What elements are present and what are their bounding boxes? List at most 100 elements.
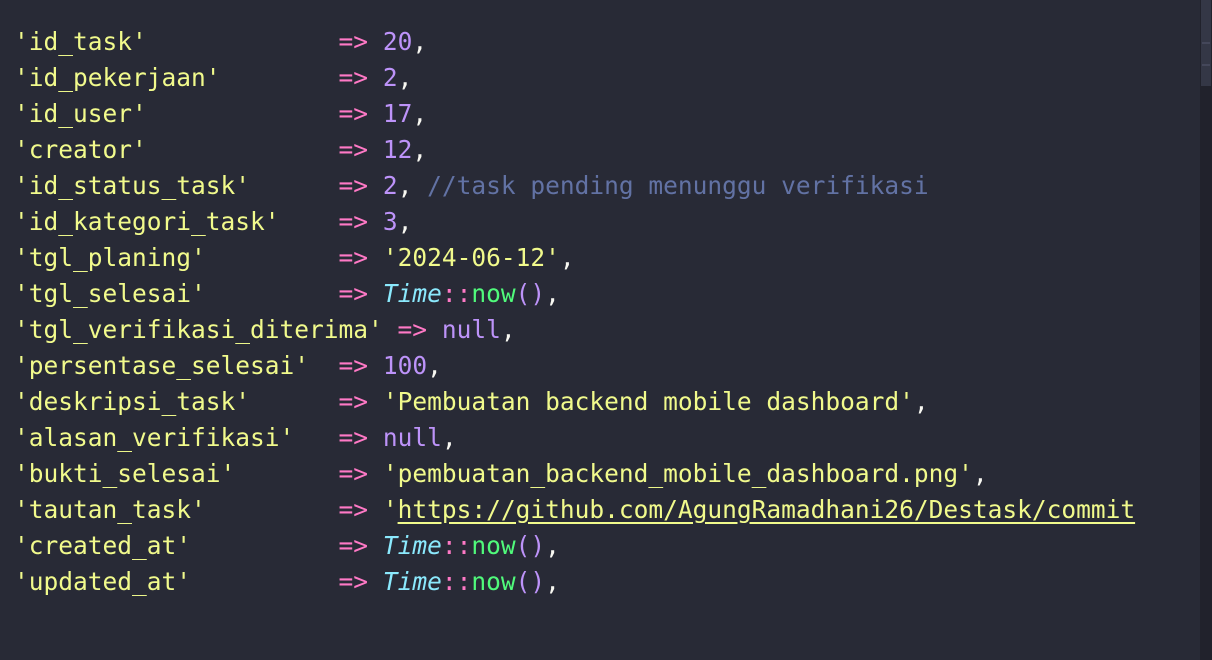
code-line[interactable]: 'id_task' => 20, xyxy=(14,24,1135,60)
code-line[interactable]: 'alasan_verifikasi' => null, xyxy=(14,420,1135,456)
code-line[interactable]: 'updated_at' => Time::now(), xyxy=(14,564,1135,600)
comma: , xyxy=(412,99,428,128)
array-key: 'tgl_selesai' xyxy=(14,279,206,308)
class-name: Time xyxy=(382,279,442,308)
array-value: 2 xyxy=(382,63,398,92)
parentheses: () xyxy=(515,567,546,596)
arrow-operator: => xyxy=(338,459,369,488)
comma: , xyxy=(397,207,413,236)
comma: , xyxy=(427,351,442,380)
comma: , xyxy=(397,63,413,92)
code-area[interactable]: 'id_task' => 20,'id_pekerjaan' => 2,'id_… xyxy=(14,24,1135,600)
arrow-operator: => xyxy=(338,423,369,452)
array-value: 3 xyxy=(382,207,398,236)
array-key: 'persentase_selesai' xyxy=(14,351,310,380)
parentheses: () xyxy=(515,279,546,308)
scope-operator: :: xyxy=(441,567,472,596)
array-value: null xyxy=(441,315,501,344)
comma: , xyxy=(913,387,929,416)
array-key: 'id_user' xyxy=(14,99,147,128)
code-line[interactable]: 'id_status_task' => 2, //task pending me… xyxy=(14,168,1135,204)
code-line[interactable]: 'id_pekerjaan' => 2, xyxy=(14,60,1135,96)
code-line[interactable]: 'tgl_planing' => '2024-06-12', xyxy=(14,240,1135,276)
code-line[interactable]: 'id_user' => 17, xyxy=(14,96,1135,132)
comma: , xyxy=(972,459,988,488)
method-name: now xyxy=(471,531,516,560)
class-name: Time xyxy=(382,567,442,596)
array-key: 'id_kategori_task' xyxy=(14,207,280,236)
comma: , xyxy=(500,315,516,344)
code-editor[interactable]: 'id_task' => 20,'id_pekerjaan' => 2,'id_… xyxy=(0,0,1212,660)
array-value: null xyxy=(382,423,442,452)
array-key: 'creator' xyxy=(14,135,147,164)
comma: , xyxy=(545,279,560,308)
arrow-operator: => xyxy=(397,315,428,344)
code-line[interactable]: 'tautan_task' => 'https://github.com/Agu… xyxy=(14,492,1135,528)
arrow-operator: => xyxy=(338,243,369,272)
code-line[interactable]: 'creator' => 12, xyxy=(14,132,1135,168)
array-value: 2 xyxy=(382,171,398,200)
arrow-operator: => xyxy=(338,531,369,560)
comma: , xyxy=(559,243,575,272)
array-key: 'alasan_verifikasi' xyxy=(14,423,295,452)
code-line[interactable]: 'tgl_verifikasi_diterima' => null, xyxy=(14,312,1135,348)
arrow-operator: => xyxy=(338,171,369,200)
arrow-operator: => xyxy=(338,387,369,416)
array-value: 100 xyxy=(382,351,428,380)
array-value: '2024-06-12' xyxy=(382,243,560,272)
comma: , xyxy=(397,171,413,200)
arrow-operator: => xyxy=(338,495,369,524)
array-key: 'updated_at' xyxy=(14,567,192,596)
scope-operator: :: xyxy=(441,531,472,560)
vertical-scrollbar[interactable] xyxy=(1200,0,1212,660)
arrow-operator: => xyxy=(338,135,369,164)
array-key: 'tgl_verifikasi_diterima' xyxy=(14,315,383,344)
code-line[interactable]: 'bukti_selesai' => 'pembuatan_backend_mo… xyxy=(14,456,1135,492)
code-line[interactable]: 'persentase_selesai' => 100, xyxy=(14,348,1135,384)
arrow-operator: => xyxy=(338,63,369,92)
code-line[interactable]: 'id_kategori_task' => 3, xyxy=(14,204,1135,240)
method-name: now xyxy=(471,279,516,308)
parentheses: () xyxy=(515,531,546,560)
url-link[interactable]: https://github.com/AgungRamadhani26/Dest… xyxy=(398,495,1136,524)
comma: , xyxy=(441,423,457,452)
scrollbar-marker xyxy=(1202,64,1210,66)
scope-operator: :: xyxy=(441,279,472,308)
code-line[interactable]: 'deskripsi_task' => 'Pembuatan backend m… xyxy=(14,384,1135,420)
array-key: 'id_pekerjaan' xyxy=(14,63,221,92)
code-line[interactable]: 'tgl_selesai' => Time::now(), xyxy=(14,276,1135,312)
array-value: 'Pembuatan backend mobile dashboard' xyxy=(382,387,914,416)
code-line[interactable]: 'created_at' => Time::now(), xyxy=(14,528,1135,564)
array-value: 17 xyxy=(382,99,413,128)
array-key: 'tgl_planing' xyxy=(14,243,206,272)
scrollbar-marker xyxy=(1202,42,1210,44)
array-key: 'created_at' xyxy=(14,531,192,560)
